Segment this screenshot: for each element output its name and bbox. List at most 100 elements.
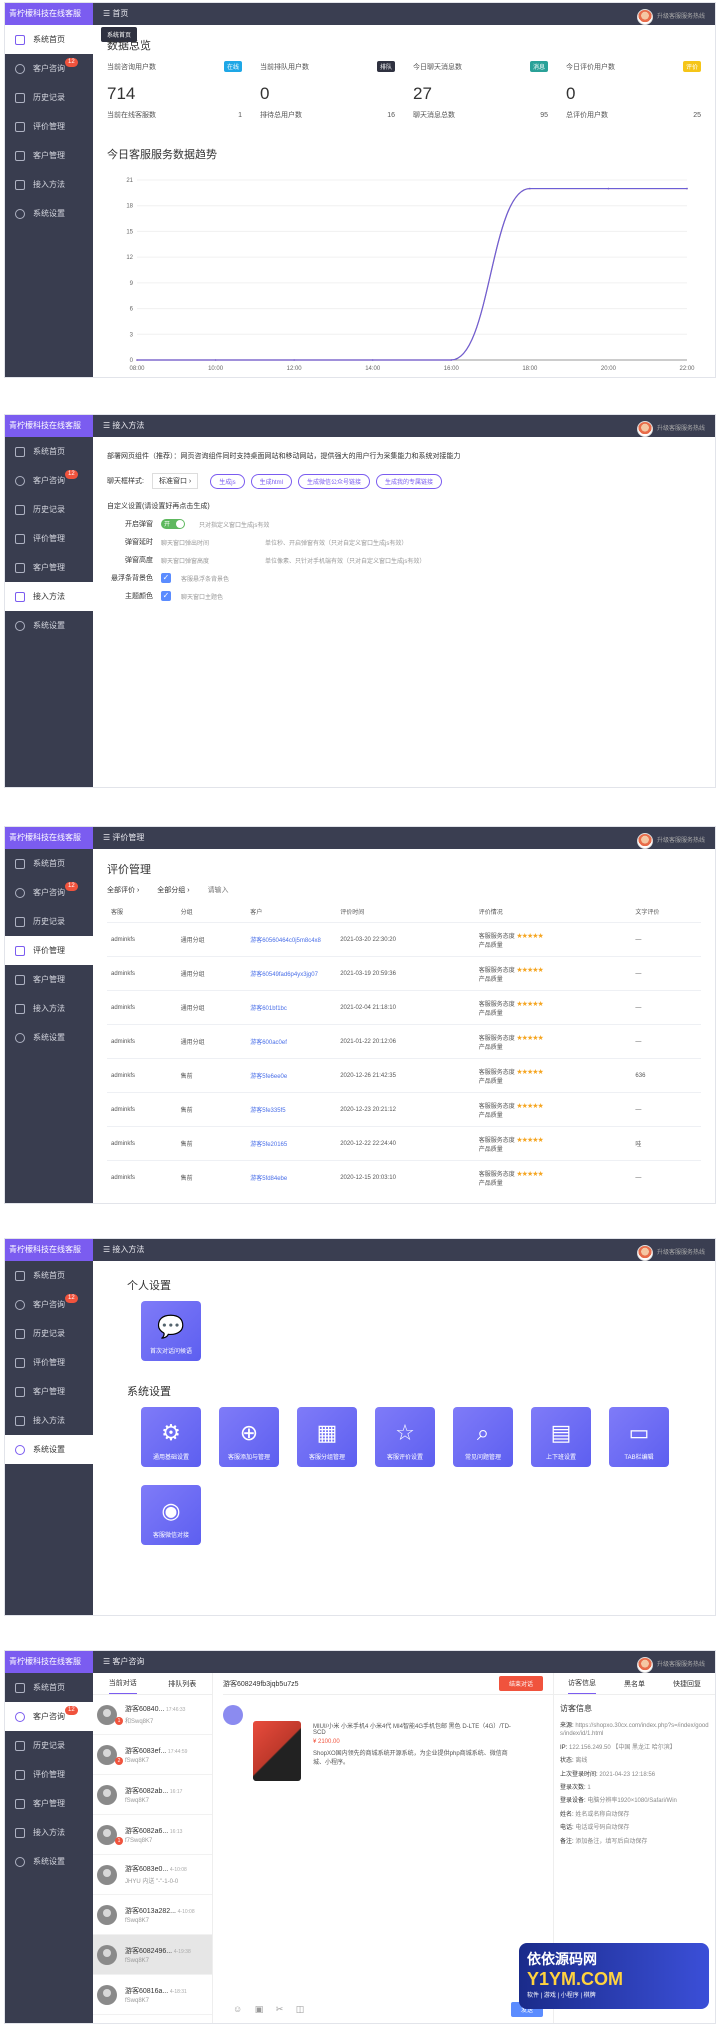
sidebar-item-consult[interactable]: 客户咨询 12: [5, 878, 93, 907]
sidebar-item-home[interactable]: 系统首页: [5, 1261, 93, 1290]
group-cell: 通用分组: [176, 1024, 247, 1059]
conversation-item[interactable]: 游客6082ab... 16:17 fSwq8K7: [93, 1775, 212, 1815]
sidebar-item-reviews[interactable]: 评价管理: [5, 112, 93, 141]
sidebar-item-access[interactable]: 接入方法: [5, 170, 93, 199]
conversation-item[interactable]: 1 游客6082a6... 16:13 f7Swq8K7: [93, 1815, 212, 1855]
sidebar-item-history[interactable]: 历史记录: [5, 1319, 93, 1348]
unread-badge: 12: [65, 58, 78, 67]
menu-icon[interactable]: ☰: [103, 833, 112, 842]
client-link[interactable]: 游客5fe6ee0e: [246, 1058, 337, 1093]
setting-tile[interactable]: ◉ 客服微信对接: [141, 1485, 201, 1545]
style-select[interactable]: 标准窗口 ›: [151, 473, 199, 489]
generate-button[interactable]: 生成js: [210, 473, 245, 489]
sidebar-item-history[interactable]: 历史记录: [5, 495, 93, 524]
info-tab[interactable]: 访客信息: [568, 1673, 596, 1694]
sidebar-item-history[interactable]: 历史记录: [5, 83, 93, 112]
sidebar-item-reviews[interactable]: 评价管理: [5, 936, 93, 965]
end-chat-button[interactable]: 结束对话: [498, 1676, 543, 1691]
conversation-item[interactable]: 游客60816a... 4-18:31 fSwq8K7: [93, 1975, 212, 2015]
sidebar-item-settings[interactable]: 系统设置: [5, 199, 93, 228]
sidebar-item-home[interactable]: 系统首页: [5, 25, 93, 54]
sidebar-item-home[interactable]: 系统首页: [5, 1673, 93, 1702]
access-content: 部署网页组件（推荐）：网页咨询组件同时支持桌面网站和移动网站，提供强大的用户行为…: [93, 437, 715, 787]
menu-icon[interactable]: ☰: [103, 1245, 112, 1254]
popup-toggle[interactable]: 开: [161, 519, 185, 529]
product-card[interactable]: MIUI/小米 小米手机4 小米4代 MI4智能4G手机包邮 黑色 D-LTE（…: [253, 1721, 513, 1781]
client-link[interactable]: 游客600ac0ef: [246, 1024, 337, 1059]
setting-tile[interactable]: ⌕ 常见问题管理: [453, 1407, 513, 1467]
text-field[interactable]: 聊天窗口弹窗高度: [161, 556, 251, 565]
info-value[interactable]: 电话或号码自动保存: [575, 1825, 629, 1831]
filter-group[interactable]: 全部分组 ›: [157, 885, 189, 895]
menu-icon[interactable]: ☰: [103, 421, 112, 430]
agent-cell: adminkfs: [107, 1058, 177, 1093]
sidebar-item-consult[interactable]: 客户咨询 12: [5, 1702, 93, 1731]
conversation-item[interactable]: 游客60813... 4-16: [93, 2015, 212, 2023]
filter-rating[interactable]: 全部评价 ›: [107, 885, 139, 895]
sidebar-item-clients[interactable]: 客户管理: [5, 553, 93, 582]
conversation-item[interactable]: 游客6013a282... 4-10:08 fSwq8K7: [93, 1895, 212, 1935]
sidebar-item-settings[interactable]: 系统设置: [5, 1023, 93, 1052]
sidebar-item-clients[interactable]: 客户管理: [5, 965, 93, 994]
brand-title: 青柠檬科技在线客服: [5, 3, 93, 25]
sidebar-item-clients[interactable]: 客户管理: [5, 1789, 93, 1818]
generate-button[interactable]: 生成html: [250, 473, 292, 489]
conversation-item[interactable]: 1 游客60840... 17:46:33 和Swq8K7: [93, 1695, 212, 1735]
sidebar-item-history[interactable]: 历史记录: [5, 907, 93, 936]
setting-tile[interactable]: ▤ 上下班设置: [531, 1407, 591, 1467]
text-field[interactable]: 聊天窗口弹出时间: [161, 538, 251, 547]
sidebar-item-access[interactable]: 接入方法: [5, 1406, 93, 1435]
toolbar-icons[interactable]: ☺ ▣ ✂ ◫: [233, 2004, 309, 2015]
info-value[interactable]: 姓名或名称自动保存: [575, 1812, 629, 1818]
generate-button[interactable]: 生成微信公众号链接: [297, 473, 370, 489]
sidebar-item-consult[interactable]: 客户咨询 12: [5, 1290, 93, 1319]
sidebar: 青柠檬科技在线客服 系统首页 客户咨询 12 历史记录 评价管理 客户管理 接入方法 系统设置: [5, 415, 93, 787]
client-link[interactable]: 游客60560464c0j5m8c4x8: [246, 922, 337, 957]
sidebar-item-access[interactable]: 接入方法: [5, 994, 93, 1023]
setting-tile[interactable]: ▦ 客服分组管理: [297, 1407, 357, 1467]
sidebar-item-home[interactable]: 系统首页: [5, 849, 93, 878]
menu-icon[interactable]: ☰: [103, 9, 112, 18]
sidebar-item-consult[interactable]: 客户咨询 12: [5, 466, 93, 495]
sidebar-item-settings[interactable]: 系统设置: [5, 1435, 93, 1464]
sidebar-item-home[interactable]: 系统首页: [5, 437, 93, 466]
message-time: 4-18:31: [169, 1988, 187, 1995]
sidebar-item-settings[interactable]: 系统设置: [5, 1847, 93, 1876]
client-link[interactable]: 游客5fd84ebe: [246, 1160, 337, 1195]
sidebar-item-settings[interactable]: 系统设置: [5, 611, 93, 640]
setting-tile[interactable]: ⊕ 客服添加与管理: [219, 1407, 279, 1467]
tab-queue[interactable]: 排队列表: [168, 1679, 196, 1689]
sidebar-item-consult[interactable]: 客户咨询 12: [5, 54, 93, 83]
rating-label: 产品质量: [478, 1112, 503, 1119]
client-link[interactable]: 游客60549fad6p4yx3jg07: [246, 956, 337, 991]
sidebar-item-clients[interactable]: 客户管理: [5, 141, 93, 170]
conversation-item[interactable]: 2 游客6083ef... 17:44:59 fSwq8K7: [93, 1735, 212, 1775]
conversation-item[interactable]: 游客6083e0... 4-10:08 JHYU 内送 "-"-1-0-0: [93, 1855, 212, 1895]
setting-tile[interactable]: ⚙ 通用基础设置: [141, 1407, 201, 1467]
setting-tile[interactable]: ☆ 客服评价设置: [375, 1407, 435, 1467]
color-picker[interactable]: ✓: [161, 591, 171, 601]
color-picker[interactable]: ✓: [161, 573, 171, 583]
menu-icon[interactable]: ☰: [103, 1657, 112, 1666]
visitor-name: 游客608249fb3jqb5u7z5: [223, 1680, 299, 1688]
sidebar-item-access[interactable]: 接入方法: [5, 582, 93, 611]
info-tab[interactable]: 快捷回复: [673, 1679, 701, 1689]
client-link[interactable]: 游客601bf1bc: [246, 990, 337, 1025]
setting-tile[interactable]: ▭ TAB栏编辑: [609, 1407, 669, 1467]
sidebar-item-reviews[interactable]: 评价管理: [5, 524, 93, 553]
generate-button[interactable]: 生成我的专属链接: [375, 473, 442, 489]
sidebar-item-access[interactable]: 接入方法: [5, 1818, 93, 1847]
info-tab[interactable]: 黑名单: [624, 1679, 645, 1689]
client-link[interactable]: 游客5fe20165: [246, 1126, 337, 1161]
tab-current[interactable]: 当前对话: [108, 1673, 137, 1694]
client-link[interactable]: 游客5fe335f5: [246, 1092, 337, 1127]
history-icon: [15, 1328, 25, 1339]
sidebar-item-reviews[interactable]: 评价管理: [5, 1760, 93, 1789]
info-value[interactable]: 添加备注，填写后自动保存: [575, 1839, 647, 1845]
setting-tile[interactable]: 💬 首次对话问候语: [141, 1301, 201, 1361]
conversation-item[interactable]: 游客6082496... 4-19:38 fSwq8K7: [93, 1935, 212, 1975]
sidebar-item-clients[interactable]: 客户管理: [5, 1377, 93, 1406]
sidebar-item-reviews[interactable]: 评价管理: [5, 1348, 93, 1377]
search-input[interactable]: [207, 885, 288, 895]
sidebar-item-history[interactable]: 历史记录: [5, 1731, 93, 1760]
